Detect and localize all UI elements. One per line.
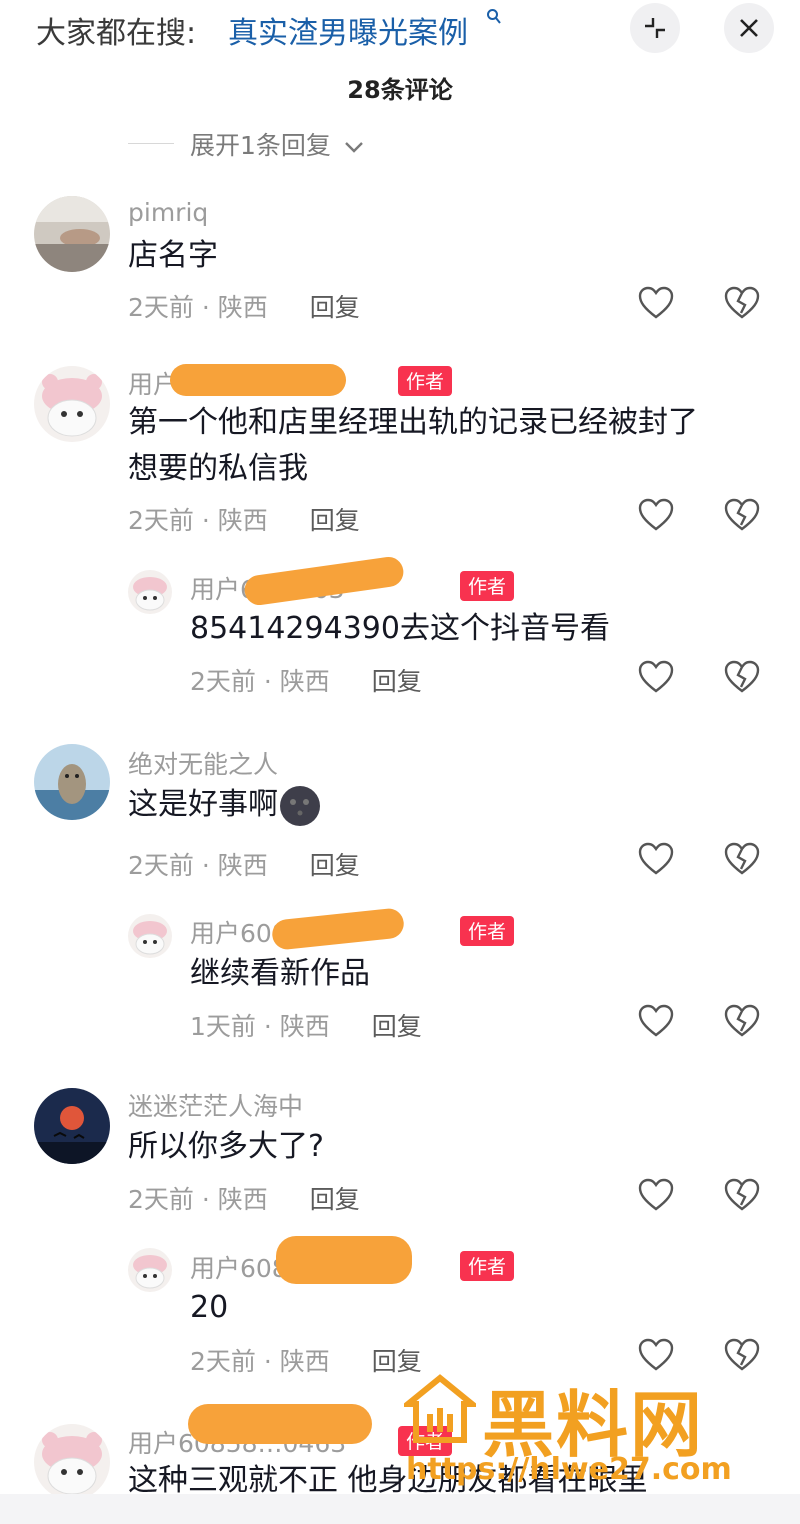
- dislike-icon[interactable]: [724, 1338, 760, 1372]
- comment-meta: 2天前 · 陕西 回复: [190, 667, 422, 696]
- dislike-icon[interactable]: [724, 498, 760, 532]
- comment-count: 28条评论: [347, 76, 453, 104]
- reply-button[interactable]: 回复: [310, 1185, 360, 1214]
- comment-meta: 1天前 · 陕西 回复: [190, 1012, 422, 1041]
- comment-text: 这是好事啊: [128, 782, 322, 828]
- watermark-logo-icon: [399, 1374, 481, 1450]
- avatar[interactable]: [128, 1248, 172, 1292]
- dislike-icon[interactable]: [724, 1004, 760, 1038]
- comment-time: 2天前: [128, 506, 194, 535]
- close-button[interactable]: [724, 3, 774, 53]
- dislike-icon[interactable]: [724, 286, 760, 320]
- author-badge: 作者: [460, 571, 515, 601]
- reply-button[interactable]: 回复: [372, 667, 422, 696]
- expand-replies-label: 展开1条回复: [190, 131, 331, 160]
- comment-input-bar[interactable]: [0, 1494, 800, 1524]
- dislike-icon[interactable]: [724, 1178, 760, 1212]
- comment-meta: 2天前 · 陕西 回复: [128, 1185, 360, 1214]
- comment-meta: 2天前 · 陕西 回复: [128, 293, 360, 322]
- comment-text-line2: 想要的私信我: [128, 451, 308, 486]
- close-icon: [740, 19, 758, 37]
- search-suggestion-link[interactable]: 真实渣男曝光案例: [228, 8, 468, 52]
- comment-time: 2天前: [128, 1185, 194, 1214]
- avatar[interactable]: [34, 1088, 110, 1164]
- search-prefix: 大家都在搜:: [36, 16, 197, 51]
- author-badge: 作者: [460, 1251, 515, 1281]
- author-badge: 作者: [398, 366, 453, 396]
- reply-button[interactable]: 回复: [310, 506, 360, 535]
- comment-text: 继续看新作品: [190, 956, 370, 991]
- comment-location: 陕西: [217, 506, 268, 535]
- comment-time: 2天前: [190, 667, 256, 696]
- like-icon[interactable]: [638, 498, 674, 532]
- comment-text: 店名字: [128, 238, 218, 273]
- chevron-down-icon: [345, 142, 363, 153]
- comment-text-content: 这是好事啊: [128, 787, 278, 822]
- collapse-button[interactable]: [630, 3, 680, 53]
- comment-time: 2天前: [128, 293, 194, 322]
- like-icon[interactable]: [638, 842, 674, 876]
- avatar[interactable]: [34, 196, 110, 272]
- comment-text: 第一个他和店里经理出轨的记录已经被封了: [128, 405, 698, 440]
- comment-text: 所以你多大了?: [128, 1129, 324, 1164]
- redaction-mark: [170, 364, 346, 396]
- comment-time: 2天前: [128, 851, 194, 880]
- comment-time: 1天前: [190, 1012, 256, 1041]
- avatar[interactable]: [34, 1424, 110, 1500]
- dislike-icon[interactable]: [724, 842, 760, 876]
- comment-location: 陕西: [217, 851, 268, 880]
- comment-text: 20: [190, 1290, 229, 1325]
- redaction-mark: [276, 1236, 412, 1284]
- avatar[interactable]: [34, 744, 110, 820]
- avatar[interactable]: [34, 366, 110, 442]
- like-icon[interactable]: [638, 1178, 674, 1212]
- watermark-url: https://hlwe27.com: [406, 1452, 732, 1487]
- avatar[interactable]: [128, 570, 172, 614]
- collapse-icon: [645, 18, 665, 38]
- comment-location: 陕西: [279, 1347, 330, 1376]
- comment-location: 陕西: [217, 1185, 268, 1214]
- avatar[interactable]: [128, 914, 172, 958]
- comment-text: 85414294390去这个抖音号看: [190, 611, 610, 646]
- comment-location: 陕西: [279, 1012, 330, 1041]
- comment-time: 2天前: [190, 1347, 256, 1376]
- dislike-icon[interactable]: [724, 660, 760, 694]
- search-icon: [486, 8, 502, 31]
- comment-username[interactable]: 迷迷茫茫人海中: [128, 1087, 303, 1123]
- comment-meta: 2天前 · 陕西 回复: [190, 1347, 422, 1376]
- comment-location: 陕西: [279, 667, 330, 696]
- like-icon[interactable]: [638, 286, 674, 320]
- moon-emoji-icon: [280, 785, 320, 826]
- author-badge: 作者: [460, 916, 515, 946]
- expand-replies-button[interactable]: 展开1条回复: [190, 126, 365, 162]
- comment-username[interactable]: 绝对无能之人: [128, 745, 278, 781]
- comment-username[interactable]: pimriq: [128, 198, 208, 227]
- comment-meta: 2天前 · 陕西 回复: [128, 851, 360, 880]
- reply-button[interactable]: 回复: [372, 1012, 422, 1041]
- reply-button[interactable]: 回复: [310, 293, 360, 322]
- redaction-mark: [188, 1404, 372, 1444]
- expand-divider: [128, 143, 174, 144]
- comment-location: 陕西: [217, 293, 268, 322]
- like-icon[interactable]: [638, 660, 674, 694]
- reply-button[interactable]: 回复: [372, 1347, 422, 1376]
- like-icon[interactable]: [638, 1004, 674, 1038]
- reply-button[interactable]: 回复: [310, 851, 360, 880]
- comment-meta: 2天前 · 陕西 回复: [128, 506, 360, 535]
